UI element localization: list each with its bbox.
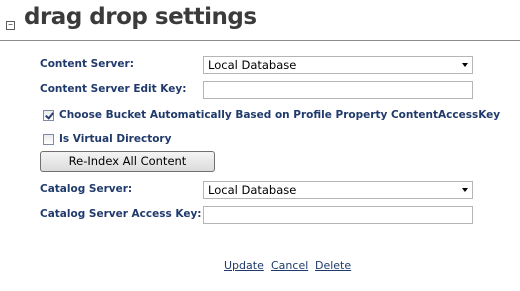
choose-bucket-label: Choose Bucket Automatically Based on Pro… (59, 109, 501, 121)
catalog-server-select[interactable]: Local Database (203, 181, 473, 199)
dropdown-arrow-icon (462, 188, 468, 192)
content-server-value: Local Database (208, 58, 297, 72)
settings-header: − drag drop settings (0, 4, 520, 40)
catalog-server-label: Catalog Server: (40, 183, 133, 195)
content-server-label: Content Server: (40, 58, 134, 70)
content-server-select[interactable]: Local Database (203, 56, 473, 74)
catalog-server-access-key-label: Catalog Server Access Key: (40, 208, 202, 220)
content-server-edit-key-label: Content Server Edit Key: (40, 83, 187, 95)
page-title: drag drop settings (24, 4, 257, 30)
catalog-server-value: Local Database (208, 183, 297, 197)
delete-link[interactable]: Delete (315, 259, 351, 272)
collapse-icon[interactable]: − (6, 21, 15, 30)
content-server-edit-key-input[interactable] (203, 81, 473, 99)
virtual-directory-checkbox[interactable] (43, 134, 54, 145)
cancel-link[interactable]: Cancel (271, 259, 308, 272)
dropdown-arrow-icon (462, 63, 468, 67)
reindex-all-content-button[interactable]: Re-Index All Content (40, 151, 215, 172)
virtual-directory-label: Is Virtual Directory (59, 133, 172, 145)
header-divider (0, 40, 520, 41)
catalog-server-access-key-input[interactable] (203, 206, 473, 224)
update-link[interactable]: Update (224, 259, 264, 272)
choose-bucket-checkbox[interactable] (43, 110, 54, 121)
